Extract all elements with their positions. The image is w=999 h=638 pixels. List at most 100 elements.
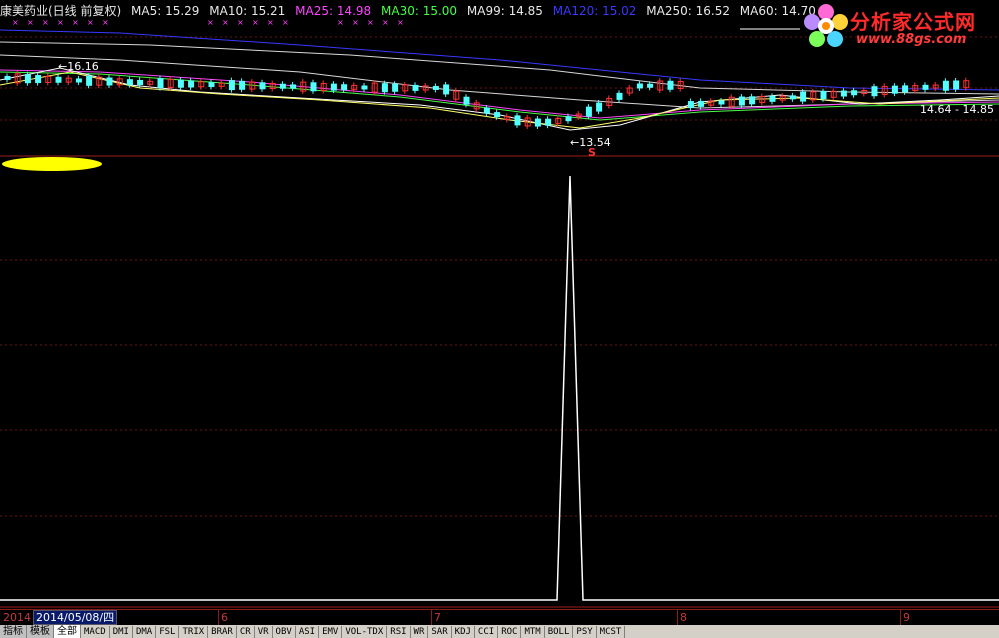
down-candle — [55, 76, 62, 83]
down-candle — [228, 80, 235, 91]
down-candle — [310, 82, 317, 92]
down-candle — [137, 79, 144, 85]
ma30-label: MA30: 15.00 — [381, 4, 458, 18]
flower-logo-icon — [804, 4, 848, 47]
ma5-label: MA5: 15.29 — [131, 4, 200, 18]
tab-sar[interactable]: SAR — [428, 626, 452, 638]
right-price-label: 14.64 - 14.85 — [920, 103, 994, 116]
signal-cross-mark: × — [87, 18, 94, 27]
down-candle — [942, 80, 949, 91]
month-label-jun: 6 — [221, 611, 228, 624]
month-label-sep: 9 — [903, 611, 910, 624]
tab-trix[interactable]: TRIX — [179, 626, 209, 638]
indicator-tab-bar: 指标 模板 全部 MACD DMI DMA FSL TRIX BRAR CR VR OBV ASI EMV… — [0, 625, 999, 638]
down-candle — [738, 96, 745, 106]
down-candle — [279, 83, 286, 89]
down-candle — [432, 85, 439, 90]
tab-cr[interactable]: CR — [237, 626, 255, 638]
signal-cross-mark: × — [222, 18, 229, 27]
down-candle — [565, 116, 572, 122]
current-date-label: 2014/05/08/四 — [33, 610, 118, 625]
tab-vr[interactable]: VR — [255, 626, 273, 638]
down-candle — [443, 84, 450, 95]
down-candle — [157, 78, 164, 89]
month-tick — [900, 610, 901, 625]
signal-cross-mark: × — [352, 18, 359, 27]
down-candle — [514, 115, 521, 126]
signal-cross-mark: × — [102, 18, 109, 27]
high-price-label: ←16.16 — [58, 60, 99, 73]
down-candle — [75, 78, 82, 83]
year-label: 2014 — [3, 611, 31, 624]
sell-signal-marker: S — [588, 146, 596, 159]
down-candle — [259, 82, 266, 90]
chart-canvas[interactable]: × × × × × × × × × × × × × × × × × ×←16.16←13.5414.64 - 14… — [0, 0, 999, 638]
tab-asi[interactable]: ASI — [296, 626, 320, 638]
down-candle — [851, 90, 858, 96]
down-candle — [636, 83, 643, 89]
tab-psy[interactable]: PSY — [573, 626, 597, 638]
month-tick — [431, 610, 432, 625]
tab-macd[interactable]: MACD — [81, 626, 110, 638]
down-candle — [769, 95, 776, 102]
ma10-label: MA10: 15.21 — [209, 4, 286, 18]
ma120-label: MA120: 15.02 — [552, 4, 637, 18]
down-candle — [891, 85, 898, 94]
down-candle — [647, 83, 654, 88]
down-candle — [24, 74, 31, 84]
down-candle — [239, 80, 246, 90]
down-candle — [534, 118, 541, 127]
tab-vol-tdx[interactable]: VOL-TDX — [342, 626, 388, 638]
down-candle — [290, 84, 297, 89]
down-candle — [545, 118, 552, 126]
down-candle — [922, 84, 929, 90]
down-candle — [667, 80, 674, 90]
down-candle — [361, 85, 368, 90]
tab-rsi[interactable]: RSI — [387, 626, 411, 638]
down-candle — [902, 85, 909, 93]
stock-title: 康美药业(日线 前复权) — [0, 4, 122, 18]
tab-obv[interactable]: OBV — [273, 626, 296, 638]
signal-cross-mark: × — [337, 18, 344, 27]
tab-dmi[interactable]: DMI — [110, 626, 133, 638]
down-candle — [392, 83, 399, 92]
month-label-aug: 8 — [680, 611, 687, 624]
down-candle — [177, 79, 184, 88]
tab-templates[interactable]: 模板 — [27, 625, 54, 638]
tab-brar[interactable]: BRAR — [208, 626, 237, 638]
tab-boll[interactable]: BOLL — [545, 626, 574, 638]
tab-mcst[interactable]: MCST — [597, 626, 626, 638]
down-candle — [953, 80, 960, 90]
down-candle — [208, 82, 215, 88]
down-candle — [616, 92, 623, 100]
tab-kdj[interactable]: KDJ — [452, 626, 475, 638]
down-candle — [585, 106, 592, 117]
down-candle — [789, 95, 796, 100]
down-candle — [494, 112, 501, 118]
down-candle — [698, 100, 705, 107]
signal-cross-mark: × — [72, 18, 79, 27]
tab-dma[interactable]: DMA — [133, 626, 157, 638]
tab-mtm[interactable]: MTM — [521, 626, 545, 638]
down-candle — [820, 91, 827, 100]
tab-wr[interactable]: WR — [411, 626, 429, 638]
tab-fsl[interactable]: FSL — [156, 626, 180, 638]
signal-cross-mark: × — [267, 18, 274, 27]
down-candle — [330, 83, 337, 91]
logo-url: www.88gs.com — [856, 32, 967, 47]
tab-cci[interactable]: CCI — [475, 626, 499, 638]
tab-roc[interactable]: ROC — [498, 626, 522, 638]
month-tick — [677, 610, 678, 625]
down-candle — [687, 101, 694, 109]
tab-emv[interactable]: EMV — [319, 626, 343, 638]
signal-cross-mark: × — [12, 18, 19, 27]
down-candle — [596, 102, 603, 112]
signal-cross-mark: × — [57, 18, 64, 27]
tab-indicators[interactable]: 指标 — [0, 625, 27, 638]
signal-cross-mark: × — [382, 18, 389, 27]
down-candle — [800, 91, 807, 102]
down-candle — [106, 77, 113, 86]
tab-all[interactable]: 全部 — [54, 625, 81, 638]
signal-cross-mark: × — [252, 18, 259, 27]
logo-title: 分析家公式网 — [850, 10, 976, 34]
